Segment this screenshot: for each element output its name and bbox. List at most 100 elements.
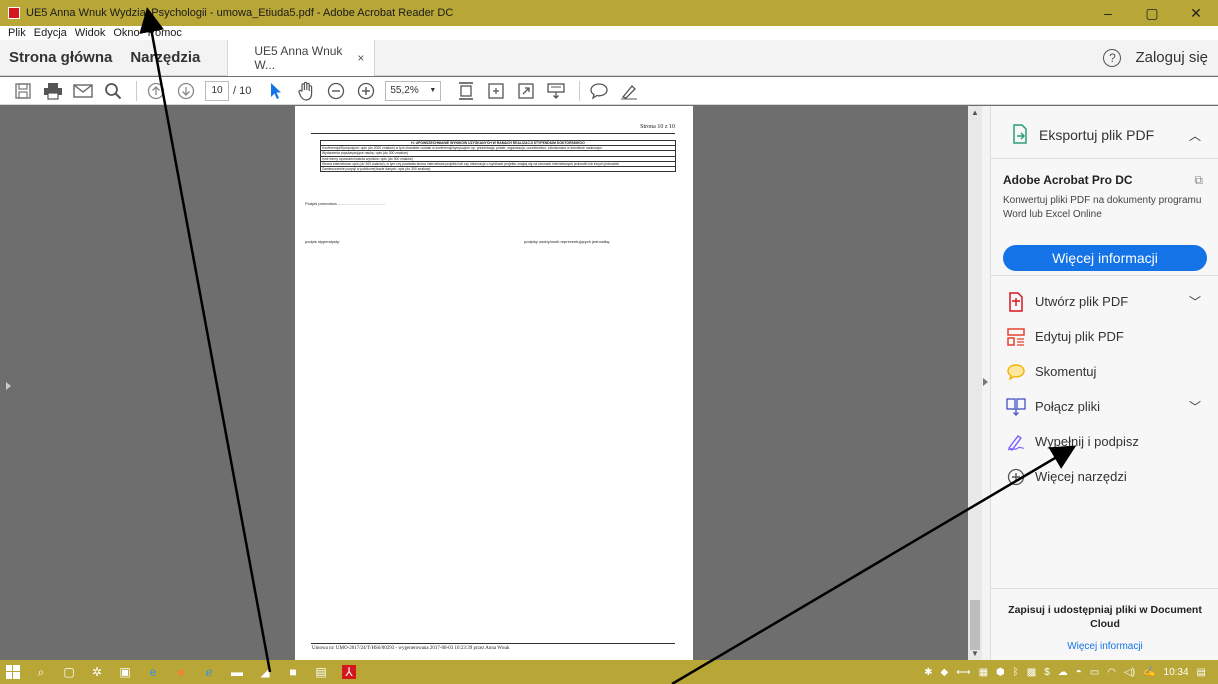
header-rule (311, 133, 675, 134)
minimize-button[interactable]: – (1086, 0, 1130, 26)
taskbar-search-icon[interactable]: ⌕ (34, 665, 48, 679)
help-icon[interactable]: ? (1103, 48, 1122, 67)
email-icon[interactable] (72, 80, 94, 102)
tab-tools[interactable]: Narzędzia (121, 40, 209, 76)
app-icon[interactable]: ■ (286, 665, 300, 679)
app-icon[interactable]: ▤ (314, 665, 328, 679)
comment-bubble-icon (1005, 362, 1027, 382)
save-icon[interactable] (12, 80, 34, 102)
close-window-button[interactable]: ✕ (1174, 0, 1218, 26)
maximize-button[interactable]: ▢ (1130, 0, 1174, 26)
volume-icon[interactable]: ◁) (1124, 667, 1135, 678)
export-pdf-label: Eksportuj plik PDF (1039, 127, 1155, 143)
menu-file[interactable]: Plik (8, 27, 26, 39)
next-page-icon[interactable] (175, 80, 197, 102)
tool-comment[interactable]: Skomentuj (991, 354, 1218, 389)
windows-start-icon[interactable] (6, 665, 20, 679)
tray-icon[interactable]: ◓ (1076, 667, 1082, 678)
tool-more-tools[interactable]: Więcej narzędzi (991, 459, 1218, 494)
file-explorer-icon[interactable]: ▬ (230, 665, 244, 679)
edit-pdf-icon (1005, 327, 1027, 347)
cloud-icon[interactable]: ☁ (1058, 667, 1068, 678)
tool-combine-files[interactable]: Połącz pliki ﹀ (991, 389, 1218, 424)
tools-pane: Eksportuj plik PDF ︿ Adobe Acrobat Pro D… (990, 106, 1218, 660)
tool-label: Wypełnij i podpisz (1035, 434, 1139, 449)
acrobat-taskbar-icon[interactable]: ⅄ (342, 665, 356, 679)
menu-view[interactable]: Widok (75, 27, 106, 39)
vertical-scrollbar[interactable]: ▲ ▼ (968, 106, 982, 660)
tray-icon[interactable]: $ (1044, 667, 1050, 678)
tab-document[interactable]: UE5 Anna Wnuk W... × (227, 39, 376, 76)
tray-icon[interactable]: ⬢ (996, 667, 1005, 678)
page-number-input[interactable]: 10 (205, 80, 229, 101)
chevron-right-icon (983, 378, 988, 386)
tool-label: Więcej narzędzi (1035, 469, 1127, 484)
zoom-in-icon[interactable] (355, 80, 377, 102)
print-icon[interactable] (42, 80, 64, 102)
tool-edit-pdf[interactable]: Edytuj plik PDF (991, 319, 1218, 354)
tray-icon[interactable]: ✱ (924, 667, 932, 678)
tool-create-pdf[interactable]: Utwórz plik PDF ﹀ (991, 284, 1218, 319)
full-screen-icon[interactable] (515, 80, 537, 102)
hand-tool-icon[interactable] (295, 80, 317, 102)
promo-description: Konwertuj pliki PDF na dokumenty program… (1003, 195, 1202, 220)
login-link[interactable]: Zaloguj się (1135, 49, 1208, 66)
tray-icon[interactable]: ▩ (1027, 667, 1036, 678)
scroll-down-icon[interactable]: ▼ (971, 649, 979, 658)
menu-help[interactable]: Pomoc (148, 27, 182, 39)
wifi-icon[interactable]: ◠ (1107, 667, 1116, 678)
app-icon[interactable]: ◢ (258, 665, 272, 679)
internet-explorer-icon[interactable]: ℯ (202, 665, 216, 679)
chevron-up-icon[interactable]: ︿ (1189, 127, 1201, 144)
tray-icon[interactable]: ▦ (979, 667, 988, 678)
export-pdf-icon (1011, 123, 1029, 147)
scroll-up-icon[interactable]: ▲ (971, 108, 979, 117)
chevron-down-icon[interactable]: ﹀ (1189, 398, 1201, 415)
pen-icon[interactable]: ✍ (1143, 667, 1155, 678)
notifications-icon[interactable]: ▤ (1197, 667, 1206, 678)
read-mode-icon[interactable] (545, 80, 567, 102)
tray-icon[interactable]: ⟷ (956, 667, 970, 678)
fit-page-icon[interactable] (455, 80, 477, 102)
tool-label: Połącz pliki (1035, 399, 1101, 414)
tab-bar: Strona główna Narzędzia UE5 Anna Wnuk W.… (0, 39, 1218, 76)
search-icon[interactable] (102, 80, 124, 102)
right-pane-collapse-handle[interactable] (982, 106, 990, 660)
settings-gear-icon[interactable]: ✲ (90, 665, 104, 679)
rotate-view-icon[interactable] (485, 80, 507, 102)
left-pane-toggle-icon[interactable] (6, 382, 11, 390)
highlight-pen-icon[interactable] (618, 80, 640, 102)
student-signature-label: podpis stypendysty: (305, 239, 341, 244)
acrobat-pro-promo: Adobe Acrobat Pro DC ⧉ Konwertuj pliki P… (991, 158, 1218, 276)
page-footer: Umowa nr: UMO-2017/24/T/HS6/00293 - wyge… (312, 646, 510, 651)
store-icon[interactable]: ▣ (118, 665, 132, 679)
edge-browser-icon[interactable]: e (146, 665, 160, 679)
document-viewer[interactable]: Strona 10 z 10 H. UPOWSZECHNIANIE WYNIKÓ… (0, 106, 982, 660)
taskbar-clock[interactable]: 10:34 (1164, 667, 1189, 678)
scroll-thumb[interactable] (970, 600, 980, 650)
tool-label: Edytuj plik PDF (1035, 329, 1124, 344)
document-cloud-link[interactable]: Więcej informacji (1001, 641, 1209, 652)
select-tool-icon[interactable] (265, 80, 287, 102)
chevron-down-icon[interactable]: ﹀ (1189, 293, 1201, 310)
page-total: / 10 (233, 84, 252, 97)
firefox-icon[interactable]: ● (174, 665, 188, 679)
menu-edit[interactable]: Edycja (34, 27, 67, 39)
tool-fill-sign[interactable]: Wypełnij i podpisz (991, 424, 1218, 459)
more-info-button[interactable]: Więcej informacji (1003, 245, 1207, 271)
comment-icon[interactable] (588, 80, 610, 102)
tab-home[interactable]: Strona główna (0, 40, 121, 76)
fill-sign-icon (1005, 432, 1027, 452)
export-pdf-tool[interactable]: Eksportuj plik PDF ︿ (991, 116, 1218, 154)
battery-icon[interactable]: ▭ (1090, 667, 1099, 678)
zoom-select[interactable]: 55,2% ▼ (385, 80, 442, 101)
pdf-page[interactable]: Strona 10 z 10 H. UPOWSZECHNIANIE WYNIKÓ… (295, 106, 693, 660)
task-view-icon[interactable]: ▢ (62, 665, 76, 679)
menu-window[interactable]: Okno (113, 27, 139, 39)
tray-icon[interactable]: ◆ (941, 667, 949, 678)
toolbar-separator (136, 80, 137, 101)
bluetooth-icon[interactable]: ᛒ (1013, 667, 1019, 678)
tab-close-button[interactable]: × (357, 51, 364, 65)
zoom-out-icon[interactable] (325, 80, 347, 102)
previous-page-icon[interactable] (145, 80, 167, 102)
